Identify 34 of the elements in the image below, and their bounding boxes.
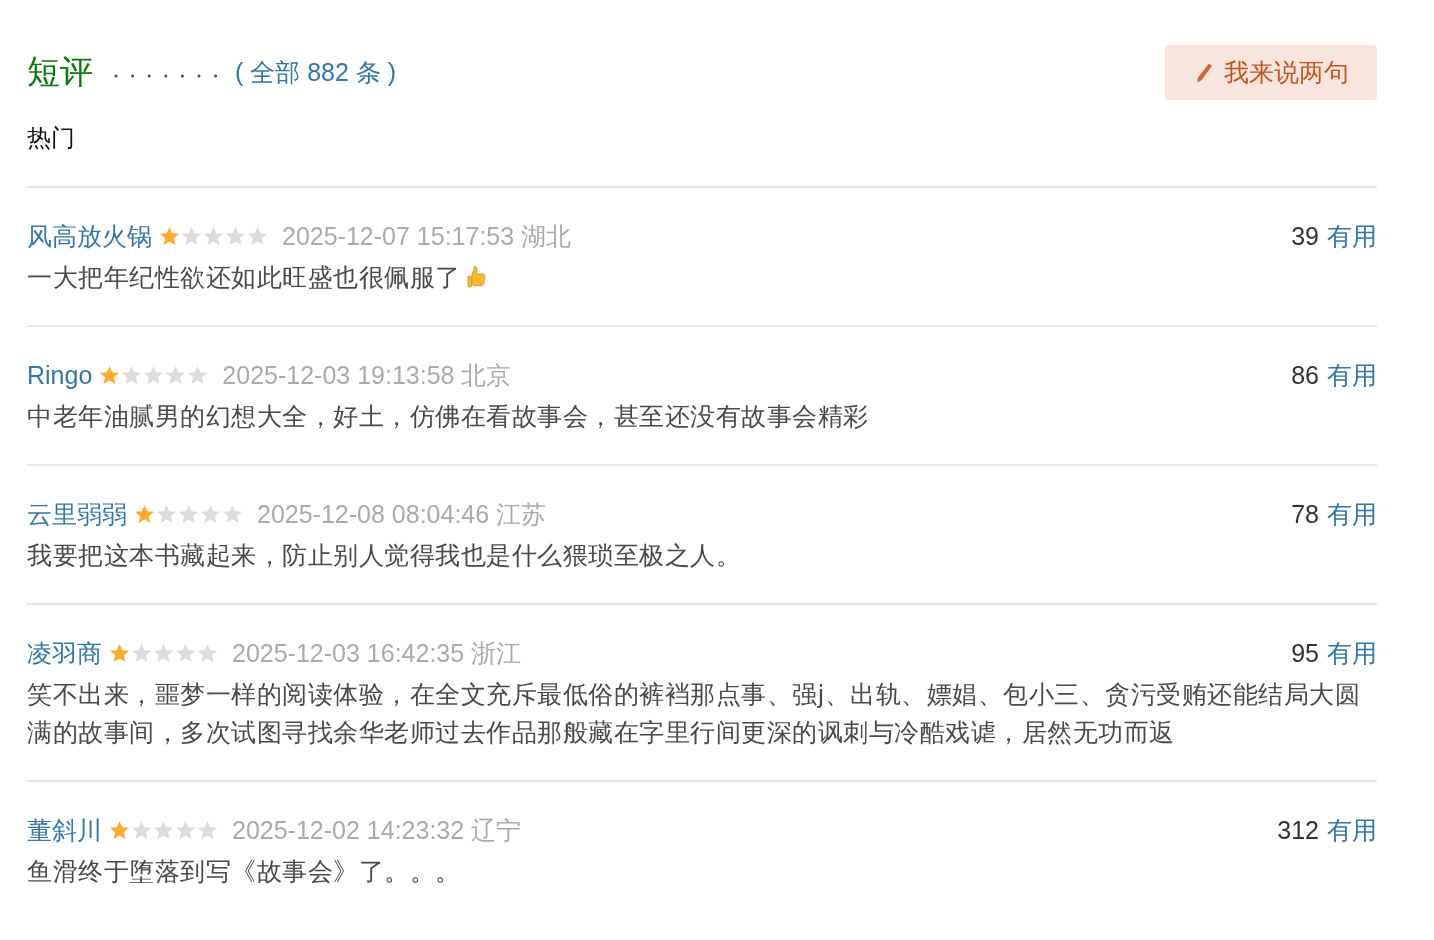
- vote-count: 78: [1291, 500, 1319, 529]
- comment-location: 辽宁: [471, 815, 522, 846]
- comment-text: 中老年油腻男的幻想大全，好土，仿佛在看故事会，甚至还没有故事会精彩: [27, 402, 869, 431]
- useful-link[interactable]: 有用: [1327, 637, 1377, 670]
- comment-location: 浙江: [471, 638, 522, 669]
- comment-location: 江苏: [496, 499, 547, 530]
- all-comments-link[interactable]: ( 全部 882 条 ): [235, 56, 397, 89]
- useful-link[interactable]: 有用: [1327, 220, 1377, 253]
- username-link[interactable]: 云里弱弱: [27, 498, 127, 531]
- sort-label: 热门: [27, 122, 1377, 188]
- username-link[interactable]: 凌羽商: [27, 637, 102, 670]
- comment-time: 2025-12-08 08:04:46: [257, 500, 490, 529]
- useful-link[interactable]: 有用: [1327, 498, 1377, 531]
- comment-text: 一大把年纪性欲还如此旺盛也很佩服了: [27, 263, 461, 292]
- comment-time: 2025-12-02 14:23:32: [232, 816, 465, 845]
- vote-count: 312: [1277, 816, 1319, 845]
- vote-count: 86: [1291, 361, 1319, 390]
- write-review-button[interactable]: 我来说两句: [1165, 45, 1377, 100]
- username-link[interactable]: Ringo: [27, 361, 93, 390]
- username-link[interactable]: 董斜川: [27, 814, 102, 847]
- comment-text: 笑不出来，噩梦一样的阅读体验，在全文充斥最低俗的裤裆那点事、强j、出轨、嫖娼、包小三、贪污受贿还能结局大圆满的故事间，多次试图寻找余华老师过去作品那般藏在字里行间更深的讽刺与冷酷戏谑，居然无功而返: [27, 680, 1361, 747]
- comment-location: 北京: [461, 360, 512, 391]
- comment-text: 我要把这本书藏起来，防止别人觉得我也是什么猥琐至极之人。: [27, 541, 741, 570]
- comment-text: 鱼滑终于堕落到写《故事会》了。。。: [27, 857, 461, 886]
- vote-count: 39: [1291, 222, 1319, 251]
- useful-link[interactable]: 有用: [1327, 814, 1377, 847]
- comment-location: 湖北: [521, 221, 572, 252]
- comment-time: 2025-12-03 19:13:58: [222, 361, 455, 390]
- comment-time: 2025-12-03 16:42:35: [232, 639, 465, 668]
- comment-time: 2025-12-07 15:17:53: [282, 222, 515, 251]
- vote-count: 95: [1291, 639, 1319, 668]
- section-title: 短评: [27, 51, 93, 93]
- username-link[interactable]: 风高放火锅: [27, 220, 152, 253]
- useful-link[interactable]: 有用: [1327, 359, 1377, 392]
